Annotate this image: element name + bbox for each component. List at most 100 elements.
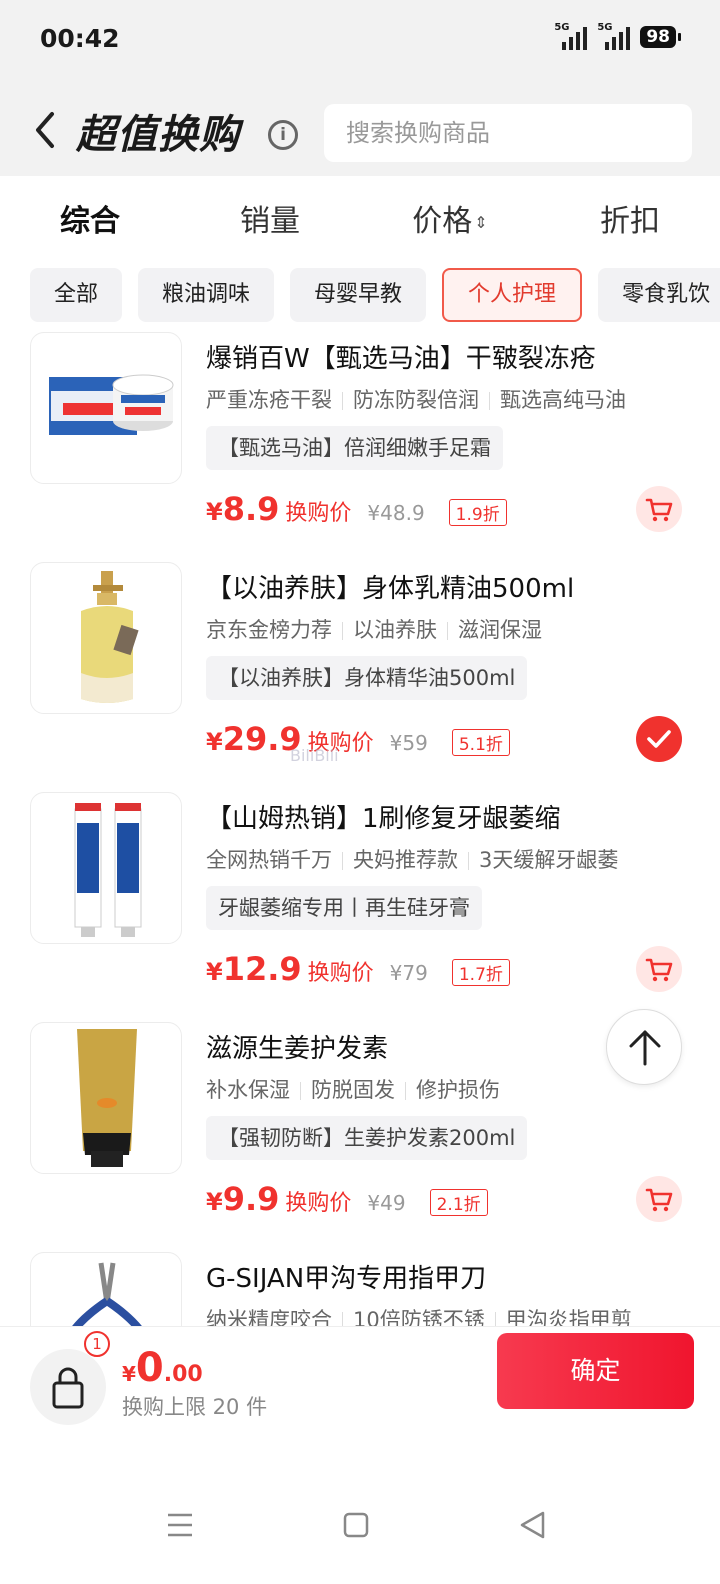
price-row: ¥ 29.9 换购价 ¥59 5.1折 <box>206 720 510 758</box>
back-icon[interactable] <box>520 1511 545 1539</box>
network-type-label: 5G <box>597 22 613 33</box>
tag-text: 严重冻疮干裂 <box>206 388 332 412</box>
product-image[interactable] <box>30 562 182 714</box>
currency-symbol: ¥ <box>206 1188 223 1216</box>
product-tags: 全网热销千万 央妈推荐款 3天缓解牙龈萎 <box>206 844 618 874</box>
tab-label: 价格 <box>412 204 473 239</box>
tag-text: 修护损伤 <box>416 1078 500 1102</box>
system-nav-bar <box>168 1511 545 1539</box>
tag-text: 10倍防锈不锈 <box>353 1308 485 1326</box>
product-name: 爆销百W【甄选马油】干皲裂冻疮 <box>206 344 596 374</box>
back-arrow-icon[interactable] <box>30 110 60 150</box>
bag-button[interactable] <box>30 1349 106 1425</box>
category-chips: 全部 粮油调味 母婴早教 个人护理 零食乳饮 <box>0 260 720 330</box>
add-to-cart-button[interactable] <box>636 946 682 992</box>
tab-label: 折扣 <box>600 204 660 239</box>
tag-text: 以油养肤 <box>353 618 437 642</box>
status-icons: 5G 5G 98 <box>554 22 681 50</box>
original-price: ¥49 <box>367 1191 406 1215</box>
category-personal-care[interactable]: 个人护理 <box>442 268 583 322</box>
product-name: 【以油养肤】身体乳精油500ml <box>206 574 575 604</box>
tab-discount[interactable]: 折扣 <box>540 196 720 240</box>
back-to-top-button[interactable] <box>606 1009 682 1085</box>
exchange-price: 9.9 <box>222 1180 280 1218</box>
product-image[interactable] <box>30 1022 182 1174</box>
tag-text: 甲沟炎指甲剪 <box>505 1308 632 1326</box>
checkout-bar: 1 ¥0.00 换购上限 20 件 确定 <box>0 1326 720 1584</box>
tag-text: 防脱固发 <box>311 1078 395 1102</box>
category-mother-baby[interactable]: 母婴早教 <box>290 268 427 322</box>
selected-check-button[interactable] <box>636 716 682 762</box>
cart-icon <box>645 498 673 522</box>
discount-badge: 1.9折 <box>448 499 507 526</box>
product-image[interactable] <box>30 792 182 944</box>
tab-price[interactable]: 价格 ⇕ <box>360 196 540 240</box>
category-all[interactable]: 全部 <box>30 268 123 322</box>
price-row: ¥ 12.9 换购价 ¥79 1.7折 <box>206 950 510 988</box>
search-input[interactable]: 搜索换购商品 <box>324 104 692 162</box>
currency-symbol: ¥ <box>206 958 223 986</box>
category-grain-oil[interactable]: 粮油调味 <box>138 268 275 322</box>
price-label: 换购价 <box>307 961 374 986</box>
original-price: ¥59 <box>389 731 428 755</box>
page-title: 超值换购 <box>76 112 240 158</box>
network-type-label: 5G <box>554 22 570 33</box>
discount-badge: 5.1折 <box>451 729 510 756</box>
arrow-up-icon <box>629 1030 661 1066</box>
page-header: 超值换购 i 搜索换购商品 <box>0 80 720 176</box>
product-image[interactable] <box>30 1252 182 1326</box>
tag-text: 全网热销千万 <box>206 848 332 872</box>
product-item[interactable]: 【山姆热销】1刷修复牙龈萎缩 全网热销千万 央妈推荐款 3天缓解牙龈萎 牙龈萎缩专用… <box>0 790 720 1020</box>
category-snacks-drinks[interactable]: 零食乳饮 <box>598 268 720 322</box>
tag-text: 央妈推荐款 <box>353 848 458 872</box>
exchange-price: 8.9 <box>222 490 280 528</box>
product-name: 滋源生姜护发素 <box>206 1034 389 1064</box>
tag-text: 滋润保湿 <box>458 618 542 642</box>
exchange-limit-text: 换购上限 20 件 <box>122 1395 268 1419</box>
tag-text: 纳米精度咬合 <box>206 1308 332 1326</box>
product-name: 【山姆热销】1刷修复牙龈萎缩 <box>206 804 561 834</box>
tab-label: 综合 <box>60 204 120 239</box>
cart-icon <box>645 1188 673 1212</box>
sort-tabs: 综合 销量 价格 ⇕ 折扣 <box>0 176 720 260</box>
product-tags: 严重冻疮干裂 防冻防裂倍润 甄选高纯马油 <box>206 384 626 414</box>
price-label: 换购价 <box>285 1191 352 1216</box>
product-chip: 【强韧防断】生姜护发素200ml <box>206 1116 528 1160</box>
sort-arrows-icon: ⇕ <box>474 213 488 232</box>
original-price: ¥48.9 <box>367 501 425 525</box>
currency-symbol: ¥ <box>122 1362 136 1386</box>
info-icon[interactable]: i <box>268 120 298 150</box>
currency-symbol: ¥ <box>206 728 223 756</box>
status-bar: 00:42 5G 5G 98 <box>0 0 720 80</box>
bag-count-badge: 1 <box>84 1331 110 1357</box>
price-row: ¥ 9.9 换购价 ¥49 2.1折 <box>206 1180 488 1218</box>
product-tags: 纳米精度咬合 10倍防锈不锈 甲沟炎指甲剪 <box>206 1304 632 1326</box>
battery-icon: 98 <box>640 26 681 48</box>
currency-symbol: ¥ <box>206 498 223 526</box>
product-item[interactable]: 【以油养肤】身体乳精油500ml 京东金榜力荐 以油养肤 滋润保湿 【以油养肤】身体… <box>0 560 720 790</box>
total-decimal: .00 <box>163 1362 203 1387</box>
total-integer: 0 <box>135 1345 164 1391</box>
tag-text: 补水保湿 <box>206 1078 290 1102</box>
tab-sales[interactable]: 销量 <box>180 196 360 240</box>
signal-icon: 5G <box>554 22 588 50</box>
product-chip: 牙龈萎缩专用丨再生硅牙膏 <box>206 886 482 930</box>
menu-icon[interactable] <box>168 1513 192 1537</box>
exchange-price: 12.9 <box>222 950 302 988</box>
product-item[interactable]: 爆销百W【甄选马油】干皲裂冻疮 严重冻疮干裂 防冻防裂倍润 甄选高纯马油 【甄选马油… <box>0 330 720 560</box>
home-icon[interactable] <box>343 1512 369 1538</box>
tag-text: 防冻防裂倍润 <box>353 388 479 412</box>
product-image[interactable] <box>30 332 182 484</box>
tag-text: 3天缓解牙龈萎 <box>479 848 619 872</box>
tab-comprehensive[interactable]: 综合 <box>0 196 180 240</box>
discount-badge: 1.7折 <box>451 959 510 986</box>
product-item[interactable]: G-SIJAN甲沟专用指甲刀 纳米精度咬合 10倍防锈不锈 甲沟炎指甲剪 <box>0 1250 720 1326</box>
add-to-cart-button[interactable] <box>636 1176 682 1222</box>
tag-text: 甄选高纯马油 <box>500 388 626 412</box>
confirm-button[interactable]: 确定 <box>497 1333 694 1409</box>
tag-text: 京东金榜力荐 <box>206 618 332 642</box>
add-to-cart-button[interactable] <box>636 486 682 532</box>
product-name: G-SIJAN甲沟专用指甲刀 <box>206 1264 487 1294</box>
cart-icon <box>645 958 673 982</box>
signal-icon: 5G <box>597 22 631 50</box>
